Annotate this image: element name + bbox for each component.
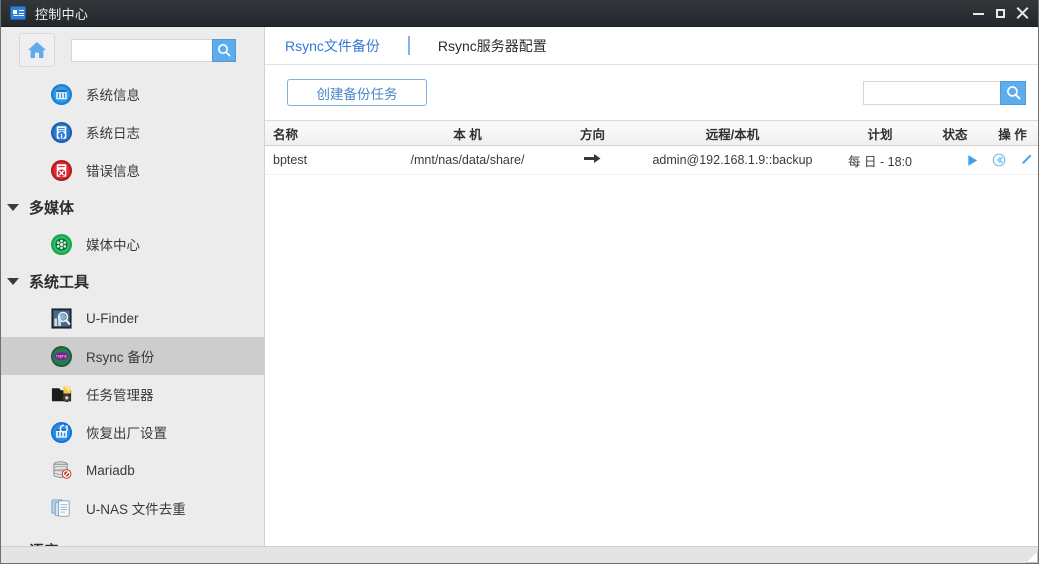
sidebar-search-input[interactable] bbox=[71, 38, 212, 62]
content-toolbar: 创建备份任务 bbox=[265, 65, 1038, 120]
search-icon bbox=[218, 44, 231, 57]
sidebar-item-rsync-backup[interactable]: rsync Rsync 备份 bbox=[1, 337, 264, 375]
caret-down-icon bbox=[7, 203, 19, 211]
column-header-name[interactable]: 名称 bbox=[265, 120, 380, 146]
column-header-status[interactable]: 状态 bbox=[925, 120, 985, 146]
search-icon bbox=[1006, 86, 1020, 100]
status-bar bbox=[1, 546, 1038, 563]
column-header-direction[interactable]: 方向 bbox=[555, 120, 630, 146]
sidebar-item-label: 系统日志 bbox=[86, 126, 140, 141]
home-icon bbox=[28, 42, 46, 58]
dedup-icon bbox=[49, 496, 73, 520]
row-action-group bbox=[968, 153, 1038, 167]
control-center-window: 控制中心 系统信息 系统日志 错误信息 多媒体 媒体中心 系统工具 U-Find… bbox=[0, 0, 1039, 564]
main-content: Rsync文件备份 Rsync服务器配置 创建备份任务 名称 本 机 方向 远程… bbox=[265, 27, 1038, 546]
sidebar-item-label: Rsync 备份 bbox=[86, 350, 155, 365]
sidebar-item-error-info[interactable]: 错误信息 bbox=[1, 151, 264, 189]
run-icon[interactable] bbox=[966, 154, 979, 167]
column-header-actions[interactable]: 操 作 bbox=[985, 120, 1038, 146]
restore-icon[interactable] bbox=[992, 153, 1006, 167]
sidebar-item-factory-reset[interactable]: 恢复出厂设置 bbox=[1, 413, 264, 451]
resize-grip-icon[interactable] bbox=[1025, 550, 1038, 563]
cell-schedule: 每 日 - 18:0 bbox=[835, 145, 925, 175]
window-title: 控制中心 bbox=[35, 6, 89, 22]
sidebar-item-u-finder[interactable]: U-Finder bbox=[1, 299, 264, 337]
tab-separator bbox=[407, 36, 410, 55]
title-bar: 控制中心 bbox=[1, 0, 1038, 27]
close-icon[interactable] bbox=[1016, 7, 1029, 20]
table-header: 名称 本 机 方向 远程/本机 计划 状态 操 作 bbox=[265, 120, 1038, 146]
content-search-input[interactable] bbox=[863, 80, 1000, 105]
cell-actions bbox=[968, 145, 1038, 175]
backup-tasks-table: 名称 本 机 方向 远程/本机 计划 状态 操 作 bptest /mnt/na… bbox=[265, 120, 1038, 175]
sidebar-group-label: 多媒体 bbox=[29, 199, 75, 217]
sidebar-header bbox=[1, 27, 264, 73]
sidebar-item-system-info[interactable]: 系统信息 bbox=[1, 75, 264, 113]
cell-local: /mnt/nas/data/share/ bbox=[380, 145, 555, 175]
table-row[interactable]: bptest /mnt/nas/data/share/ admin@192.16… bbox=[265, 145, 1038, 175]
sidebar-item-label: U-Finder bbox=[86, 310, 139, 326]
svg-text:rsync: rsync bbox=[56, 353, 67, 358]
mariadb-icon bbox=[49, 458, 73, 482]
u-finder-icon bbox=[49, 306, 73, 330]
sidebar-item-label: 恢复出厂设置 bbox=[86, 426, 167, 441]
cell-name: bptest bbox=[265, 145, 380, 175]
create-backup-task-button[interactable]: 创建备份任务 bbox=[287, 79, 427, 106]
tab-rsync-file-backup[interactable]: Rsync文件备份 bbox=[285, 36, 380, 56]
table-body: bptest /mnt/nas/data/share/ admin@192.16… bbox=[265, 145, 1038, 175]
sidebar: 系统信息 系统日志 错误信息 多媒体 媒体中心 系统工具 U-Finder rs… bbox=[1, 27, 265, 546]
sidebar-item-unas-dedup[interactable]: U-NAS 文件去重 bbox=[1, 489, 264, 527]
sidebar-item-label: Mariadb bbox=[86, 462, 135, 478]
sidebar-item-label: 媒体中心 bbox=[86, 238, 140, 253]
sidebar-item-mariadb[interactable]: Mariadb bbox=[1, 451, 264, 489]
sidebar-search-button[interactable] bbox=[212, 38, 236, 62]
system-info-icon bbox=[49, 82, 73, 106]
sidebar-item-label: 错误信息 bbox=[86, 164, 140, 179]
factory-reset-icon bbox=[49, 420, 73, 444]
window-controls bbox=[972, 7, 1029, 20]
direction-arrow-icon bbox=[584, 153, 601, 167]
maximize-icon[interactable] bbox=[994, 7, 1007, 20]
table-header-row: 名称 本 机 方向 远程/本机 计划 状态 操 作 bbox=[265, 120, 1038, 146]
sidebar-group-label: 系统工具 bbox=[29, 273, 90, 291]
cell-remote: admin@192.168.1.9::backup bbox=[630, 145, 835, 175]
content-search bbox=[863, 80, 1026, 105]
caret-down-icon bbox=[7, 277, 19, 285]
minimize-icon[interactable] bbox=[972, 7, 985, 20]
column-header-schedule[interactable]: 计划 bbox=[835, 120, 925, 146]
sidebar-item-system-log[interactable]: 系统日志 bbox=[1, 113, 264, 151]
tab-bar: Rsync文件备份 Rsync服务器配置 bbox=[265, 27, 1038, 65]
sidebar-item-label: U-NAS 文件去重 bbox=[86, 502, 186, 517]
content-search-button[interactable] bbox=[1000, 80, 1026, 105]
sidebar-item-task-manager[interactable]: 任务管理器 bbox=[1, 375, 264, 413]
system-log-icon bbox=[49, 120, 73, 144]
app-card-icon bbox=[10, 6, 26, 20]
tab-rsync-server-config[interactable]: Rsync服务器配置 bbox=[438, 36, 547, 56]
sidebar-group-system-tools[interactable]: 系统工具 bbox=[1, 263, 264, 299]
column-header-remote[interactable]: 远程/本机 bbox=[630, 120, 835, 146]
media-center-icon bbox=[49, 232, 73, 256]
task-manager-icon bbox=[49, 382, 73, 406]
sidebar-item-label: 系统信息 bbox=[86, 88, 140, 103]
edit-icon[interactable] bbox=[1019, 153, 1033, 167]
error-info-icon bbox=[49, 158, 73, 182]
column-header-local[interactable]: 本 机 bbox=[380, 120, 555, 146]
sidebar-item-label: 任务管理器 bbox=[86, 388, 154, 403]
rsync-icon: rsync bbox=[49, 344, 73, 368]
sidebar-nav-list: 系统信息 系统日志 错误信息 多媒体 媒体中心 系统工具 U-Finder rs… bbox=[1, 73, 264, 527]
sidebar-search bbox=[71, 38, 236, 62]
sidebar-item-media-center[interactable]: 媒体中心 bbox=[1, 225, 264, 263]
sidebar-group-multimedia[interactable]: 多媒体 bbox=[1, 189, 264, 225]
sidebar-group-clipped[interactable]: 语音... bbox=[1, 534, 264, 547]
home-button[interactable] bbox=[19, 33, 55, 67]
cell-direction bbox=[555, 145, 630, 175]
